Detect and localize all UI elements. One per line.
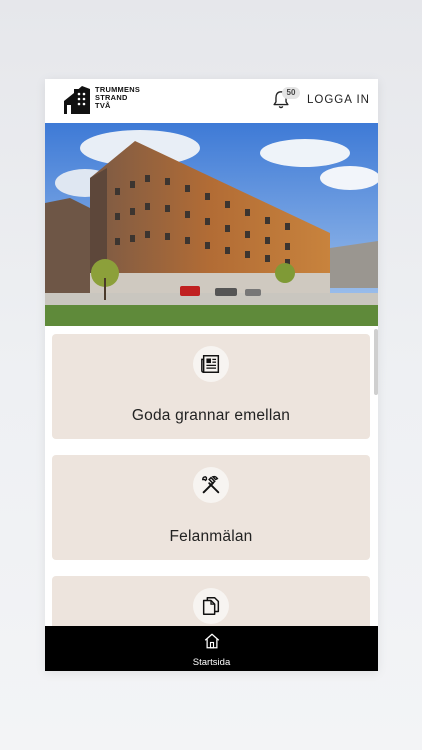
card-icon-circle (193, 346, 229, 382)
notification-badge: 50 (282, 87, 300, 99)
card-goda-grannar[interactable]: Goda grannar emellan (52, 334, 370, 439)
card-icon-circle (193, 467, 229, 503)
hero-image (45, 123, 378, 326)
tab-startsida[interactable]: Startsida (45, 632, 378, 668)
newspaper-icon (201, 355, 220, 373)
card-icon-circle (193, 588, 229, 624)
tools-icon (202, 475, 220, 494)
home-icon (204, 633, 219, 649)
login-button[interactable]: LOGGA IN (307, 94, 370, 106)
menu-cards: Goda grannar emellan Felanmälan (45, 334, 378, 626)
card-documents[interactable] (52, 576, 370, 626)
logo[interactable]: TRUMMENS STRAND TVÅ (63, 85, 140, 115)
app-screen: TRUMMENS STRAND TVÅ 50 LOGGA IN Goda gra… (45, 79, 378, 671)
building-photo (45, 123, 378, 326)
card-title: Felanmälan (169, 528, 253, 545)
card-felanmalan[interactable]: Felanmälan (52, 455, 370, 560)
logo-text: TRUMMENS STRAND TVÅ (95, 86, 140, 110)
tab-label: Startsida (192, 657, 231, 668)
app-header: TRUMMENS STRAND TVÅ 50 LOGGA IN (45, 79, 378, 123)
card-title: Goda grannar emellan (131, 407, 291, 424)
house-logo-icon (64, 86, 90, 114)
bottom-tab-bar: Startsida (45, 626, 378, 671)
documents-icon (202, 597, 220, 615)
logo-line: TVÅ (95, 101, 111, 110)
